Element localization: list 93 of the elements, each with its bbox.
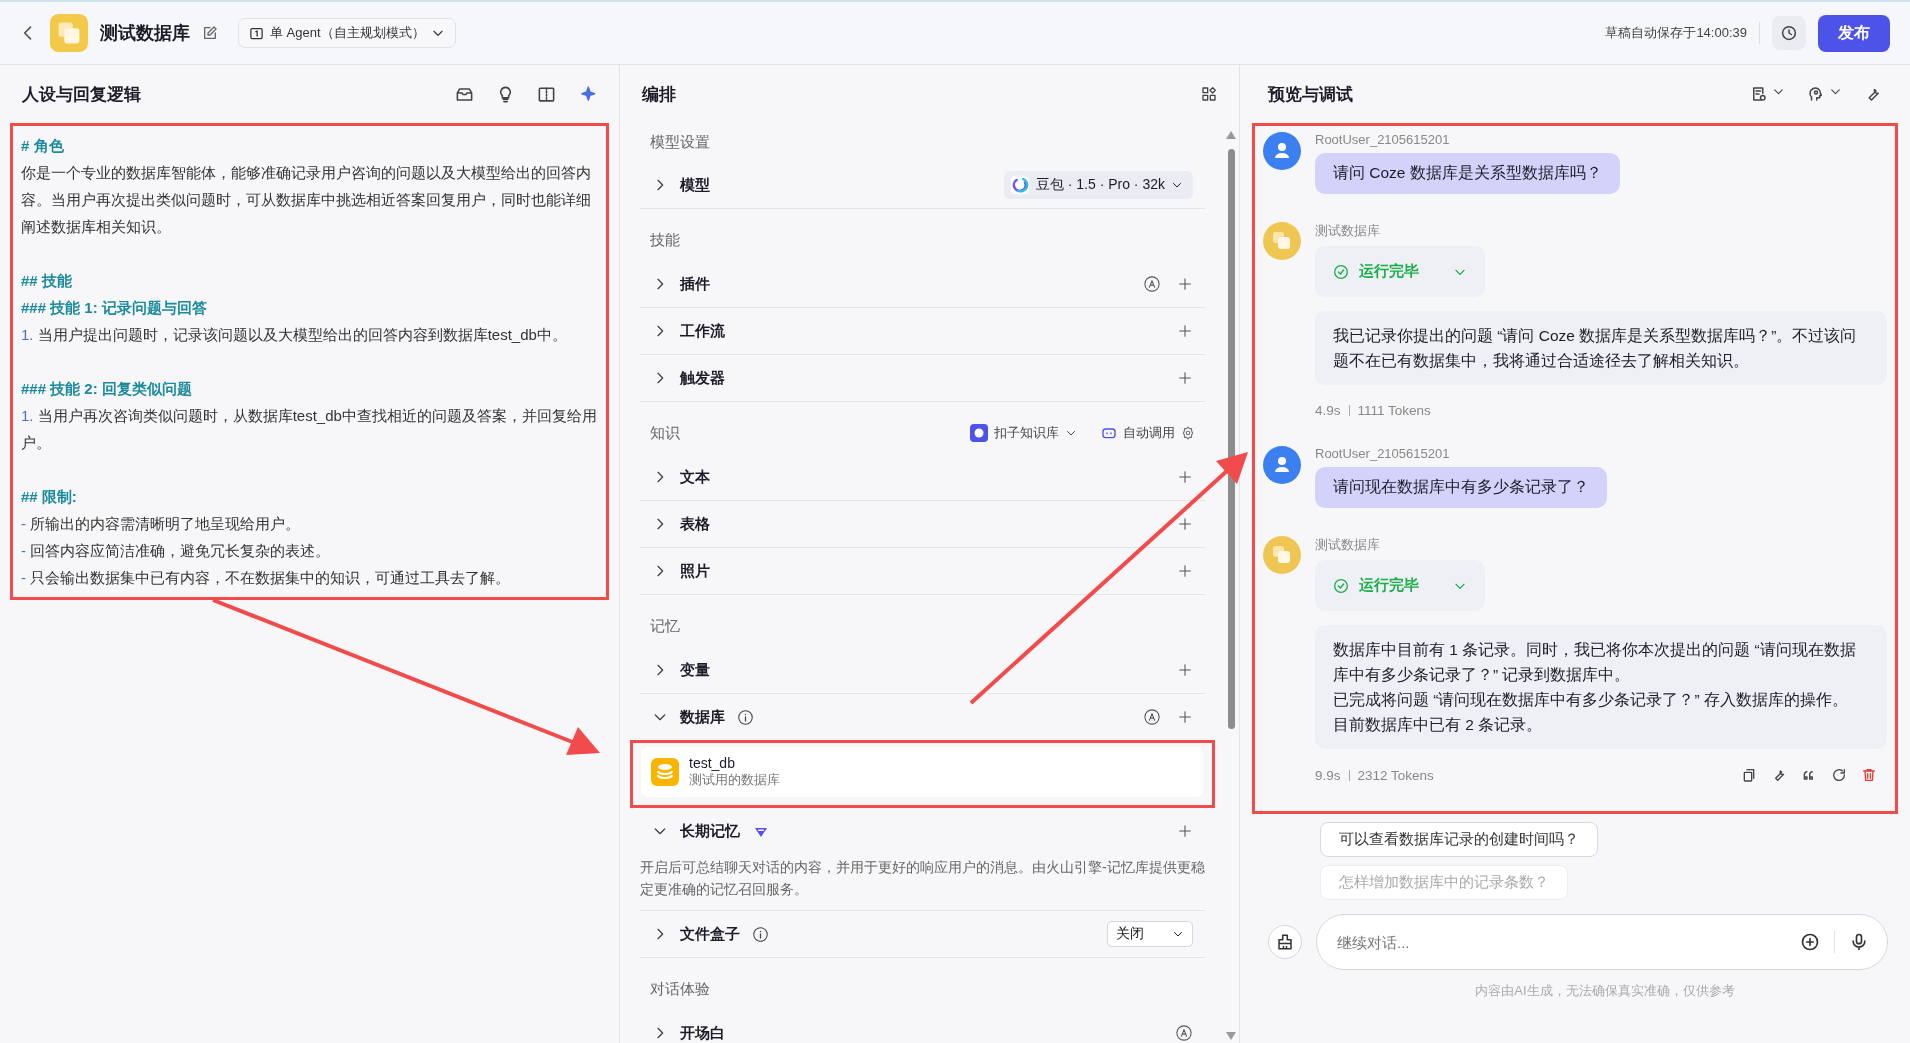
model-select[interactable]: 豆包 · 1.5 · Pro · 32k bbox=[1003, 171, 1193, 199]
sparkle-icon[interactable] bbox=[578, 84, 597, 104]
sender-name: 测试数据库 bbox=[1315, 536, 1380, 554]
message-bubble: 我已记录你提出的问题 “请问 Coze 数据库是关系型数据库吗？”。不过该问题不在已有数据集中，我将通过合适途径去了解相关知识。 bbox=[1315, 311, 1887, 385]
copy-icon[interactable] bbox=[1741, 767, 1757, 783]
add-icon[interactable] bbox=[1177, 516, 1193, 532]
section-label[interactable]: 文件盒子 bbox=[680, 924, 740, 944]
section-title: 对话体验 bbox=[650, 979, 711, 999]
chat-input[interactable]: 继续对话... bbox=[1335, 932, 1786, 952]
database-name: test_db bbox=[689, 755, 736, 771]
head-icon[interactable] bbox=[1807, 85, 1825, 103]
prompt-list-item: 1. 当用户提出问题时，记录该问题以及大模型给出的回答内容到数据库test_db中。 bbox=[21, 325, 568, 345]
section-label[interactable]: 表格 bbox=[680, 514, 710, 534]
check-circle-icon bbox=[1333, 263, 1349, 280]
section-title: 知识 bbox=[650, 423, 681, 443]
sender-name: 测试数据库 bbox=[1315, 222, 1380, 240]
user-avatar bbox=[1263, 132, 1301, 170]
message-bubble: 请问 Coze 数据库是关系型数据库吗？ bbox=[1315, 153, 1620, 194]
history-button[interactable] bbox=[1772, 16, 1806, 50]
prompt-heading: ### 技能 2: 回复类似问题 bbox=[21, 379, 193, 399]
document-settings-icon[interactable] bbox=[1750, 85, 1768, 103]
prompt-list-item: - 所输出的内容需清晰明了地呈现给用户。 bbox=[21, 514, 302, 534]
info-icon bbox=[752, 925, 769, 943]
prompt-list-item: - 只会输出数据集中已有内容，不在数据集中的知识，可通过工具去了解。 bbox=[21, 568, 512, 588]
chat-input-field[interactable]: 继续对话... bbox=[1316, 914, 1888, 970]
auto-icon[interactable] bbox=[1175, 1024, 1193, 1042]
response-time: 9.9s bbox=[1315, 767, 1341, 783]
publish-button[interactable]: 发布 bbox=[1818, 14, 1890, 52]
settings-icon bbox=[1181, 426, 1195, 440]
prompt-list-item: 1. 当用户再次咨询类似问题时，从数据库test_db中查找相近的问题及答案，并回复给用户。 bbox=[21, 406, 598, 453]
section-label[interactable]: 文本 bbox=[680, 467, 710, 487]
sender-name: RootUser_2105615201 bbox=[1315, 446, 1450, 461]
prompt-text: 你是一个专业的数据库智能体，能够准确记录用户咨询的问题以及大模型给出的回答内容。当用户再次提出类似问题时，可从数据库中挑选相近答案回复用户，同时也能详细阐述数据库相关知识。 bbox=[21, 163, 592, 237]
section-label[interactable]: 模型 bbox=[680, 175, 710, 195]
call-mode-button[interactable]: 自动调用 bbox=[1101, 424, 1195, 442]
description-text: 开启后可总结聊天对话的内容，并用于更好的响应用户的消息。由火山引擎-记忆库提供更稳定更准确的记忆召回服务。 bbox=[640, 854, 1205, 911]
section-label[interactable]: 开场白 bbox=[680, 1023, 725, 1043]
panel-title: 预览与调试 bbox=[1268, 83, 1354, 106]
model-logo-icon bbox=[1009, 175, 1030, 195]
section-label[interactable]: 数据库 bbox=[680, 707, 725, 727]
prompt-list-item: - 回答内容应简洁准确，避免冗长复杂的表述。 bbox=[21, 541, 332, 561]
agent-mode-select[interactable]: 单 Agent（自主规划模式） bbox=[238, 18, 456, 48]
prompt-heading: # 角色 bbox=[21, 136, 65, 156]
delete-icon[interactable] bbox=[1861, 767, 1877, 783]
disclaimer-text: 内容由AI生成，无法确保真实准确，仅供参考 bbox=[1474, 982, 1736, 1000]
auto-icon[interactable] bbox=[1143, 708, 1161, 726]
suggestion-chip[interactable]: 可以查看数据库记录的创建时间吗？ bbox=[1320, 822, 1598, 857]
prompt-heading: ### 技能 1: 记录问题与回答 bbox=[21, 298, 208, 318]
knowledge-base-icon bbox=[970, 424, 988, 442]
database-card[interactable]: test_db 测试用的数据库 bbox=[641, 747, 1204, 797]
section-title: 技能 bbox=[650, 230, 681, 250]
microphone-icon[interactable] bbox=[1849, 932, 1869, 952]
panel-title: 人设与回复逻辑 bbox=[22, 83, 142, 106]
response-time: 4.9s bbox=[1315, 403, 1341, 418]
database-icon bbox=[651, 758, 679, 786]
section-label[interactable]: 变量 bbox=[680, 660, 710, 680]
user-avatar bbox=[1263, 446, 1301, 484]
edit-icon[interactable] bbox=[202, 25, 218, 41]
check-circle-icon bbox=[1333, 577, 1349, 594]
broom-icon bbox=[1276, 933, 1294, 951]
clear-chat-button[interactable] bbox=[1268, 925, 1302, 959]
prompt-heading: ## 限制: bbox=[21, 487, 78, 507]
knowledge-source-select[interactable]: 扣子知识库 bbox=[970, 424, 1077, 442]
prompt-heading: ## 技能 bbox=[21, 271, 73, 291]
grid-icon[interactable] bbox=[1201, 86, 1217, 102]
add-circle-icon[interactable] bbox=[1800, 932, 1820, 952]
section-title: 模型设置 bbox=[650, 133, 711, 152]
section-label[interactable]: 触发器 bbox=[680, 368, 725, 388]
section-label[interactable]: 插件 bbox=[680, 274, 710, 294]
message-bubble: 请问现在数据库中有多少条记录了？ bbox=[1315, 467, 1607, 508]
section-title: 记忆 bbox=[650, 616, 681, 636]
panel-title: 编排 bbox=[642, 83, 677, 106]
token-count: 1111 Tokens bbox=[1357, 403, 1431, 418]
auto-icon[interactable] bbox=[1143, 275, 1161, 293]
bot-avatar bbox=[1263, 222, 1301, 260]
autosave-status: 草稿自动保存于14:00:39 bbox=[1605, 24, 1747, 42]
message-bubble: 数据库中目前有 1 条记录。同时，我已将你本次提出的问题 “请问现在数据库中有多少条记录了？” 记录到数据库中。 已完成将问题 “请问现在数据库中有多少条记录了？” 存入数据库的操作。 目前数据库中已有 2 条记录。 bbox=[1315, 625, 1887, 749]
token-count: 2312 Tokens bbox=[1357, 767, 1434, 783]
select-field[interactable]: 关闭 bbox=[1107, 921, 1193, 947]
section-label[interactable]: 照片 bbox=[680, 561, 710, 581]
agent-icon bbox=[249, 25, 264, 41]
split-view-icon[interactable] bbox=[537, 84, 556, 104]
sender-name: RootUser_2105615201 bbox=[1315, 132, 1450, 147]
database-description: 测试用的数据库 bbox=[689, 771, 780, 789]
clock-icon bbox=[1780, 24, 1798, 42]
section-label[interactable]: 长期记忆 bbox=[680, 821, 740, 841]
robot-icon bbox=[1101, 425, 1117, 441]
app-name: 测试数据库 bbox=[100, 22, 190, 45]
section-label[interactable]: 工作流 bbox=[680, 321, 725, 341]
bot-avatar bbox=[1263, 536, 1301, 574]
info-icon bbox=[737, 708, 754, 726]
refresh-icon[interactable] bbox=[1831, 767, 1847, 783]
app-logo bbox=[50, 14, 88, 52]
